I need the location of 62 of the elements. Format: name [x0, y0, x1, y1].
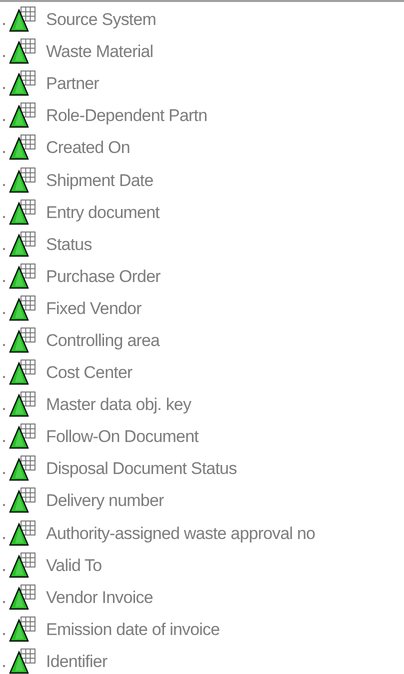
- tree-item[interactable]: Delivery number: [0, 485, 404, 518]
- tree-item[interactable]: Shipment Date: [0, 164, 404, 197]
- tree-item[interactable]: Created On: [0, 132, 404, 164]
- pyramid-grid-icon: [8, 391, 38, 420]
- tree-item[interactable]: Emission date of invoice: [0, 614, 404, 646]
- pyramid-grid-icon: [8, 230, 38, 259]
- pyramid-grid-icon: [8, 455, 38, 484]
- tree-item[interactable]: Partner: [0, 68, 404, 100]
- tree-item[interactable]: Vendor Invoice: [0, 582, 404, 614]
- pyramid-grid-icon: [8, 70, 38, 98]
- tree-item[interactable]: Disposal Document Status: [0, 453, 404, 486]
- tree-item-label: Cost Center: [46, 363, 132, 384]
- tree-item[interactable]: Purchase Order: [0, 260, 404, 293]
- tree-item-label: Created On: [46, 138, 130, 158]
- pyramid-grid-icon: [8, 134, 38, 162]
- tree-item-label: Status: [46, 234, 92, 255]
- tree-item-label: Authority-assigned waste approval no: [46, 524, 316, 544]
- tree-item-label: Master data obj. key: [46, 395, 192, 416]
- tree-item[interactable]: Controlling area: [0, 324, 404, 358]
- tree-item-label: Identifier: [46, 652, 108, 672]
- tree-item[interactable]: Follow-On Document: [0, 421, 404, 454]
- tree-item[interactable]: Valid To: [0, 550, 404, 582]
- tree-item-label: Shipment Date: [46, 170, 154, 191]
- tree-item[interactable]: Cost Center: [0, 357, 404, 390]
- pyramid-grid-icon: [8, 552, 38, 580]
- pyramid-grid-icon: [8, 326, 38, 355]
- pyramid-grid-icon: [8, 359, 38, 388]
- tree-item-label: Emission date of invoice: [46, 620, 220, 640]
- pyramid-grid-icon: [8, 584, 38, 612]
- pyramid-grid-icon: [8, 166, 38, 195]
- pyramid-grid-icon: [8, 520, 38, 548]
- tree-item-label: Controlling area: [46, 330, 160, 351]
- tree-item[interactable]: Identifier: [0, 646, 404, 674]
- tree-item-label: Waste Material: [46, 42, 154, 62]
- tree-item-label: Fixed Vendor: [46, 298, 142, 319]
- tree-item-label: Partner: [46, 74, 99, 94]
- tree-item-label: Source System: [46, 10, 156, 30]
- tree-item-label: Vendor Invoice: [46, 588, 153, 608]
- tree-item-label: Valid To: [46, 556, 102, 576]
- pyramid-grid-icon: [8, 38, 38, 66]
- pyramid-grid-icon: [8, 198, 38, 227]
- tree-item[interactable]: Fixed Vendor: [0, 292, 404, 325]
- pyramid-grid-icon: [8, 423, 38, 452]
- tree-item[interactable]: Role-Dependent Partn: [0, 100, 404, 132]
- tree-item-label: Role-Dependent Partn: [46, 106, 208, 126]
- tree-item-label: Delivery number: [46, 491, 164, 512]
- pyramid-grid-icon: [8, 487, 38, 516]
- pyramid-grid-icon: [8, 294, 38, 323]
- tree-item[interactable]: Master data obj. key: [0, 389, 404, 422]
- tree-item[interactable]: Authority-assigned waste approval no: [0, 518, 404, 550]
- tree-item-label: Follow-On Document: [46, 427, 198, 448]
- tree-item[interactable]: Status: [0, 228, 404, 261]
- tree-item[interactable]: Source System: [0, 4, 404, 36]
- tree-item-label: Purchase Order: [46, 266, 160, 287]
- pyramid-grid-icon: [8, 6, 38, 34]
- tree-item[interactable]: Entry document: [0, 196, 404, 229]
- pyramid-grid-icon: [8, 262, 38, 291]
- tree-item-label: Disposal Document Status: [46, 459, 237, 480]
- pyramid-grid-icon: [8, 616, 38, 644]
- tree-item[interactable]: Waste Material: [0, 36, 404, 68]
- pyramid-grid-icon: [8, 102, 38, 130]
- tree-item-label: Entry document: [46, 202, 160, 223]
